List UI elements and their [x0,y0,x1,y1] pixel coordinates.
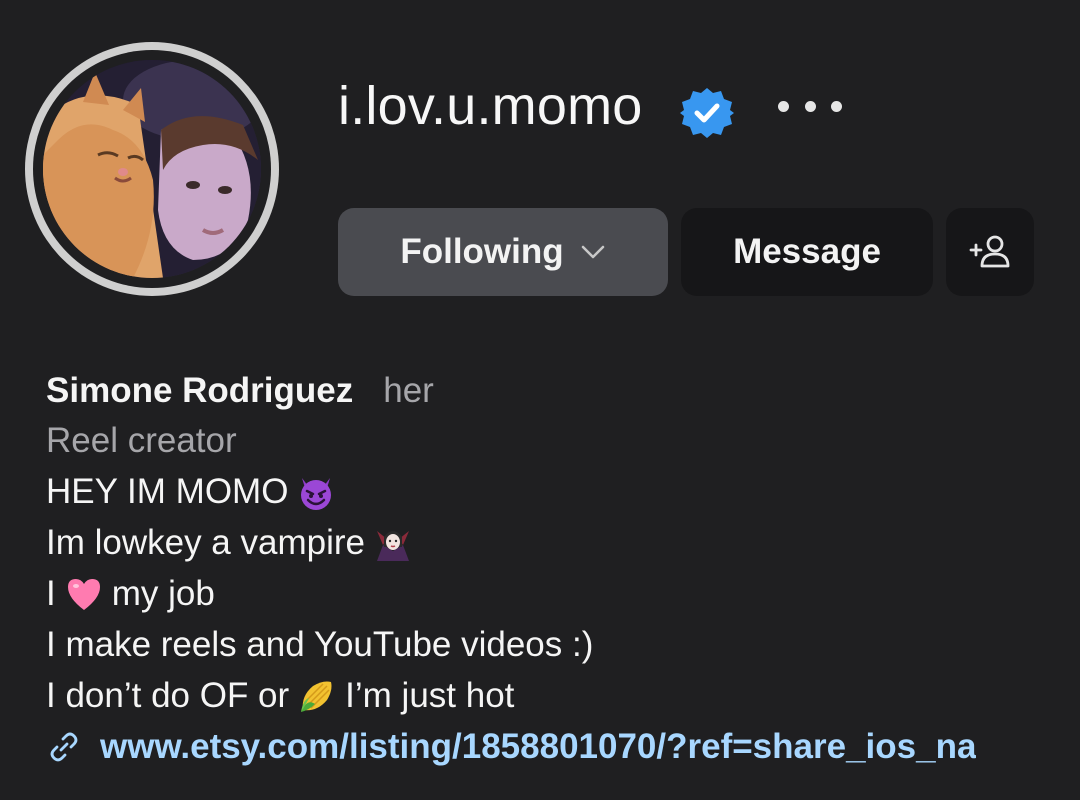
profile-header: i.lov.u.momo Following Message Simone Ro… [0,0,1080,800]
full-name: Simone Rodriguez [46,371,354,410]
bio-line: Im lowkey a vampire [46,517,1036,568]
avatar[interactable] [25,42,279,296]
pink-heart-emoji-icon [64,574,104,614]
external-link[interactable]: www.etsy.com/listing/1858801070/?ref=sha… [46,721,1036,773]
link-text[interactable]: www.etsy.com/listing/1858801070/?ref=sha… [100,727,976,767]
pronouns: her [383,371,434,410]
more-options-icon[interactable] [778,92,842,120]
username: i.lov.u.momo [338,76,643,136]
bio-line: I make reels and YouTube videos :) [46,625,594,664]
add-user-button[interactable] [946,208,1034,296]
message-button[interactable]: Message [681,208,933,296]
link-icon [50,732,78,762]
category-label: Reel creator [46,421,237,460]
following-button[interactable]: Following [338,208,668,296]
chevron-down-icon [581,245,604,259]
name-row: Simone Rodriguez her [46,366,1036,416]
bio-line: I my job [46,574,215,614]
add-person-icon [969,235,1010,268]
corn-emoji-icon [297,676,337,716]
profile-photo-illustration [43,60,261,278]
bio: Simone Rodriguez her Reel creator HEY IM… [46,366,1036,773]
smiling-devil-emoji-icon [296,472,336,512]
profile-photo [43,60,261,278]
bio-line: HEY IM MOMO [46,466,1036,517]
bio-line: I don’t do OF or I’m just hot [46,676,515,716]
message-label: Message [733,232,881,271]
vampire-emoji-icon [373,523,413,563]
verified-badge-icon [680,86,734,140]
following-label: Following [400,232,564,271]
